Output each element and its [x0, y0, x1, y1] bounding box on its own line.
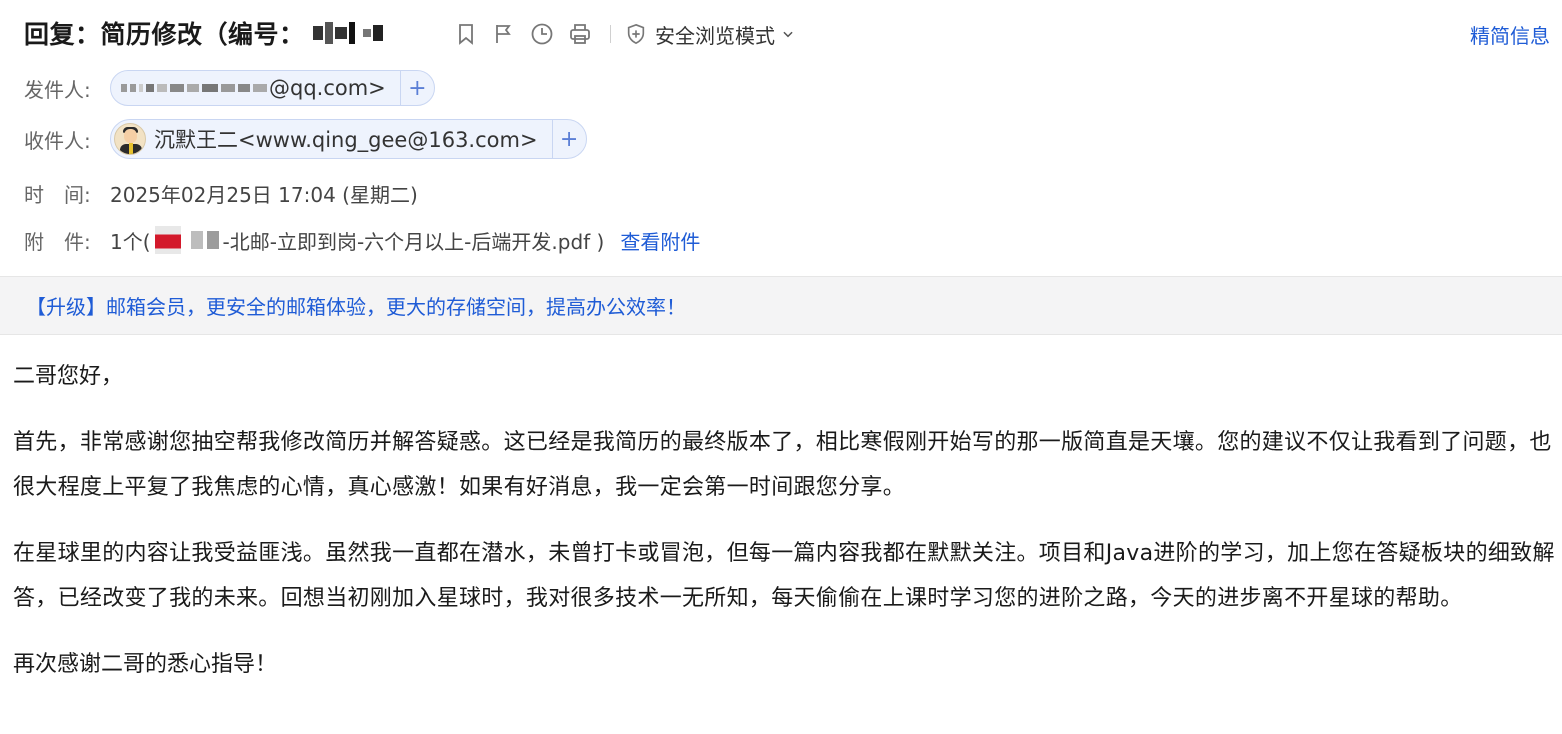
sent-time: 2025年02月25日 17:04 (星期二): [110, 182, 418, 207]
recipient-name-email: 沉默王二<www.qing_gee@163.com>: [154, 128, 538, 152]
chevron-down-icon: [783, 31, 793, 38]
subject-row: 回复：简历修改（编号：: [24, 14, 383, 52]
toolbar-divider: [610, 25, 611, 43]
safe-mode-label: 安全浏览模式: [655, 23, 775, 48]
upgrade-banner[interactable]: 【升级】邮箱会员，更安全的邮箱体验，更大的存储空间，提高办公效率！: [0, 276, 1562, 335]
add-contact-button[interactable]: +: [399, 71, 434, 105]
redacted-id: [312, 22, 383, 44]
sender-email: @qq.com>: [269, 76, 386, 100]
avatar: [114, 123, 146, 155]
print-icon[interactable]: [566, 20, 594, 48]
brief-info-link[interactable]: 精简信息: [1470, 20, 1562, 49]
bookmark-icon[interactable]: [452, 20, 480, 48]
attachment-label: 附 件:: [24, 229, 91, 254]
recipient-row: 收件人: 沉默王二<www.qing_gee@163.com> +: [24, 119, 587, 159]
view-attachment-link[interactable]: 查看附件: [620, 226, 700, 255]
attachment-row: 附 件: 1个( -北邮-立即到岗-六个月以上-后端开发.pdf ) 查看附件: [24, 224, 700, 256]
upgrade-banner-text: 【升级】邮箱会员，更安全的邮箱体验，更大的存储空间，提高办公效率！: [26, 295, 686, 319]
mail-body: 二哥您好， 首先，非常感谢您抽空帮我修改简历并解答疑惑。这已经是我简历的最终版本…: [13, 354, 1555, 708]
paragraph-1: 首先，非常感谢您抽空帮我修改简历并解答疑惑。这已经是我简历的最终版本了，相比寒假…: [13, 430, 1552, 500]
add-contact-button[interactable]: +: [551, 120, 586, 158]
redacted-attachment-name: [154, 226, 219, 254]
mail-toolbar: 安全浏览模式: [452, 18, 803, 50]
recipient-label: 收件人:: [24, 128, 91, 153]
safe-browse-mode-dropdown[interactable]: 安全浏览模式: [625, 20, 803, 49]
redacted-sender-name: [121, 84, 267, 92]
greeting: 二哥您好，: [13, 364, 124, 389]
shield-icon: [627, 23, 645, 45]
flag-icon[interactable]: [490, 20, 518, 48]
sender-row: 发件人: @qq.com> +: [24, 70, 435, 106]
closing: 再次感谢二哥的悉心指导！: [13, 652, 278, 677]
attachment-filename: -北邮-立即到岗-六个月以上-后端开发.pdf ): [222, 229, 605, 254]
paragraph-2: 在星球里的内容让我受益匪浅。虽然我一直都在潜水，未曾打卡或冒泡，但每一篇内容我都…: [13, 541, 1555, 611]
clock-icon[interactable]: [528, 20, 556, 48]
time-row: 时 间: 2025年02月25日 17:04 (星期二): [24, 177, 418, 209]
recipient-chip[interactable]: 沉默王二<www.qing_gee@163.com> +: [110, 119, 587, 159]
sender-label: 发件人:: [24, 77, 91, 102]
mail-subject: 回复：简历修改（编号：: [24, 20, 305, 49]
sender-chip[interactable]: @qq.com> +: [110, 70, 435, 106]
attachment-count: 1个(: [110, 229, 151, 254]
mail-header: 回复：简历修改（编号： 安全浏览模式 精简信息 发件人: @qq.com> + …: [0, 0, 1562, 276]
time-label: 时 间:: [24, 182, 91, 207]
